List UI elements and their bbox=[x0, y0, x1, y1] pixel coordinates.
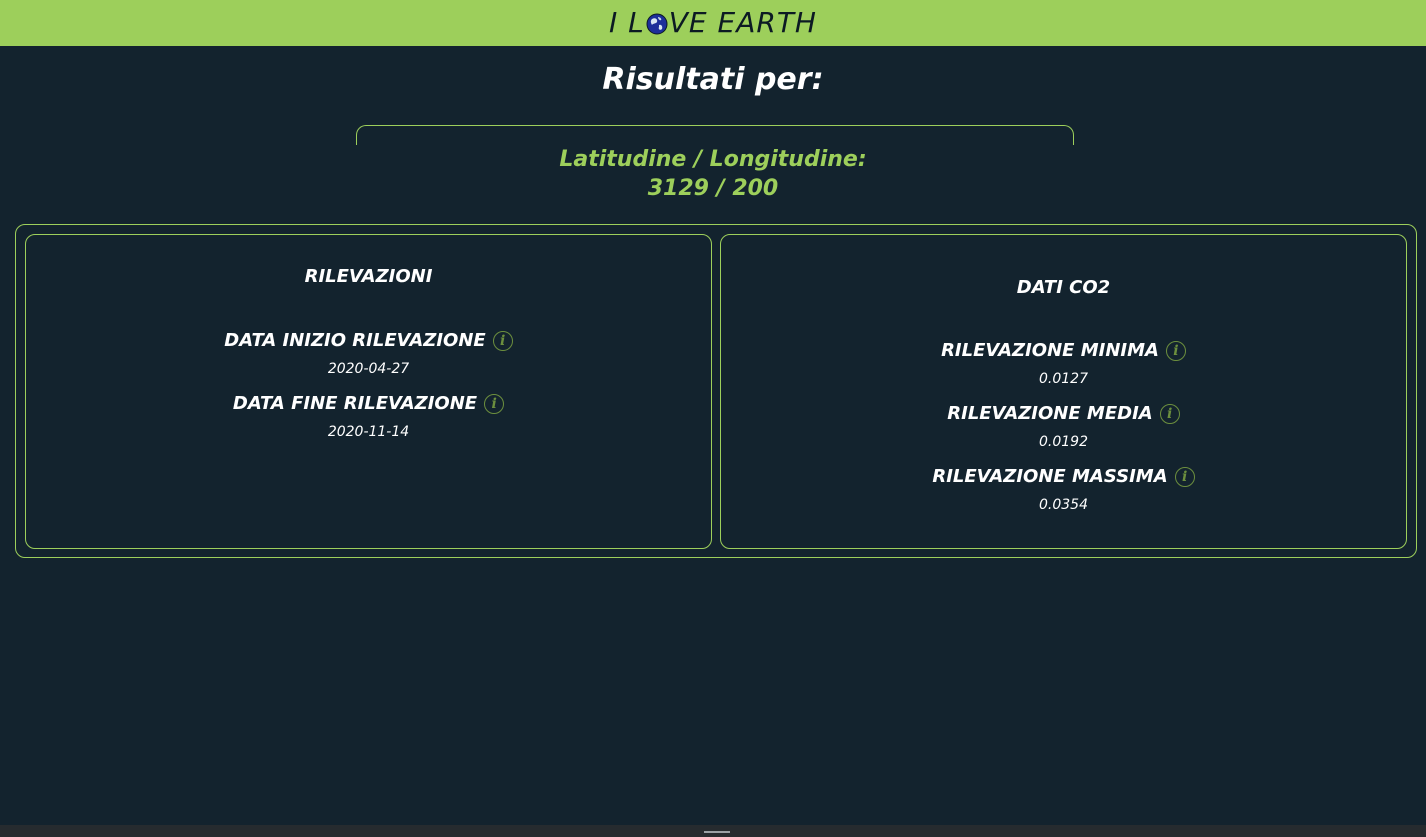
max-reading-field: RILEVAZIONE MASSIMA i 0.0354 bbox=[721, 466, 1406, 513]
info-icon[interactable]: i bbox=[1174, 466, 1195, 487]
coordinates-card-border bbox=[356, 125, 1074, 145]
avg-reading-field: RILEVAZIONE MEDIA i 0.0192 bbox=[721, 403, 1406, 450]
max-reading-label: RILEVAZIONE MASSIMA bbox=[932, 466, 1168, 487]
info-icon[interactable]: i bbox=[484, 393, 505, 414]
end-date-field: DATA FINE RILEVAZIONE i 2020-11-14 bbox=[26, 393, 711, 440]
avg-reading-value: 0.0192 bbox=[1039, 434, 1088, 450]
info-icon[interactable]: i bbox=[1159, 403, 1180, 424]
end-date-value: 2020-11-14 bbox=[327, 424, 410, 440]
globe-icon bbox=[646, 12, 668, 35]
start-date-label: DATA INIZIO RILEVAZIONE bbox=[224, 330, 486, 351]
brand-text-end: VE EARTH bbox=[668, 6, 817, 39]
resize-handle[interactable] bbox=[704, 831, 730, 833]
coordinates-label: Latitudine / Longitudine: bbox=[559, 147, 867, 172]
max-reading-value: 0.0354 bbox=[1039, 497, 1088, 513]
top-bar: I L VE EARTH bbox=[0, 0, 1426, 46]
start-date-value: 2020-04-27 bbox=[327, 361, 410, 377]
brand-logo[interactable]: I L VE EARTH bbox=[609, 9, 817, 37]
brand-text-start: I L bbox=[609, 6, 645, 39]
min-reading-field: RILEVAZIONE MINIMA i 0.0127 bbox=[721, 340, 1406, 387]
end-date-label: DATA FINE RILEVAZIONE bbox=[232, 393, 478, 414]
start-date-field: DATA INIZIO RILEVAZIONE i 2020-04-27 bbox=[26, 330, 711, 377]
coordinates-value: 3129 / 200 bbox=[647, 176, 779, 201]
avg-reading-label: RILEVAZIONE MEDIA bbox=[947, 403, 1153, 424]
rilevazioni-title: RILEVAZIONI bbox=[304, 266, 433, 287]
info-icon[interactable]: i bbox=[492, 330, 513, 351]
co2-title: DATI CO2 bbox=[1016, 277, 1111, 298]
rilevazioni-card: RILEVAZIONI DATA INIZIO RILEVAZIONE i 20… bbox=[25, 234, 712, 549]
co2-card: DATI CO2 RILEVAZIONE MINIMA i 0.0127 RIL… bbox=[720, 234, 1407, 549]
page-title: Risultati per: bbox=[602, 62, 824, 97]
min-reading-value: 0.0127 bbox=[1039, 371, 1088, 387]
min-reading-label: RILEVAZIONE MINIMA bbox=[941, 340, 1159, 361]
info-icon[interactable]: i bbox=[1165, 340, 1186, 361]
